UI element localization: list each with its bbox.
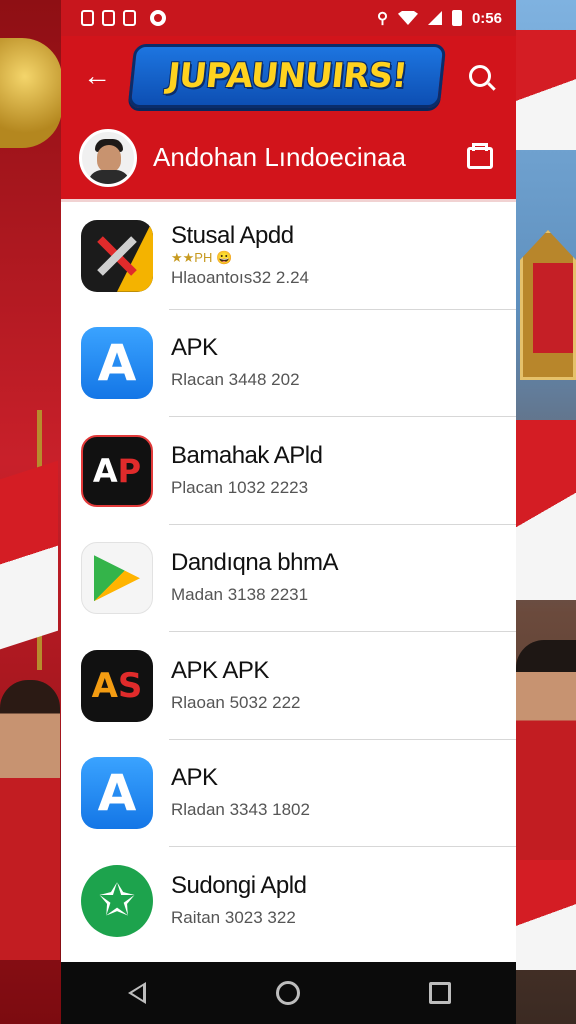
app-text: APK Rladan 3343 1802	[171, 764, 310, 822]
list-item[interactable]: ✩ Sudongi Apld Raitan 3023 322	[61, 847, 516, 955]
list-item[interactable]: AP Bamahak APld Placan 1032 2223	[61, 417, 516, 525]
list-item[interactable]: A APK Rladan 3343 1802	[61, 740, 516, 848]
app-name: APK APK	[171, 656, 269, 684]
app-name: Bamahak APld	[171, 441, 323, 469]
app-name: Stusal Apdd	[171, 221, 294, 249]
signal-icon: ⚲	[376, 10, 388, 27]
indonesian-flag-illustration	[516, 420, 576, 600]
ap-logo-glyph: AP	[92, 451, 142, 490]
tools-icon	[81, 219, 153, 292]
avatar-shirt	[88, 169, 130, 184]
app-meta: Madan 3138 2231	[171, 585, 309, 605]
status-time: 0:56	[471, 9, 502, 27]
list-item[interactable]: A APK Rlacan 3448 202	[61, 310, 516, 418]
nav-back-icon	[127, 982, 146, 1004]
status-left-icons	[81, 10, 166, 26]
cell-signal-icon	[427, 11, 442, 25]
avatar[interactable]	[79, 128, 137, 187]
as-logo-glyph: AS	[91, 665, 143, 706]
app-text: Dandıqna bhmA Madan 3138 2231	[171, 549, 338, 607]
app-meta: Rlacan 3448 202	[171, 370, 300, 390]
wifi-icon	[397, 11, 418, 25]
indonesian-flag-illustration	[516, 860, 576, 970]
profile-header: Andohan Lındoecinaa	[61, 116, 516, 202]
app-meta: Rlaoan 5032 222	[171, 692, 301, 712]
app-store-glyph: A	[97, 764, 137, 823]
phone-screen: ⚲ 0:56 ← JUPAUNUIRS! Andohan Lındoecinaa	[61, 0, 516, 1024]
emblem-illustration	[520, 230, 576, 380]
app-store-icon: A	[81, 327, 153, 400]
microphone-illustration	[0, 38, 61, 148]
app-text: Sudongi Apld Raitan 3023 322	[171, 871, 307, 930]
app-store-glyph: A	[97, 334, 137, 393]
nav-home-icon	[276, 981, 301, 1005]
list-item[interactable]: Dandıqna bhmA Madan 3138 2231	[61, 525, 516, 633]
app-meta: Placan 1032 2223	[171, 477, 309, 497]
notification-icon	[102, 10, 115, 26]
folder-icon	[467, 142, 493, 169]
app-meta: Hlaoantoıs32 2.24	[171, 267, 309, 287]
app-meta: Rladan 3343 1802	[171, 800, 310, 820]
nav-back-button[interactable]	[107, 968, 167, 1018]
list-item[interactable]: AS APK APK Rlaoan 5032 222	[61, 632, 516, 740]
indonesian-flag-illustration	[0, 460, 58, 650]
record-icon	[150, 10, 166, 26]
app-text: APK APK Rlaoan 5032 222	[171, 657, 301, 715]
profile-name: Andohan Lındoecinaa	[153, 142, 407, 172]
nav-home-button[interactable]	[258, 968, 318, 1018]
app-name: Sudongi Apld	[171, 871, 307, 899]
background-left-decoration	[0, 0, 61, 1024]
app-meta: Raitan 3023 322	[171, 907, 296, 927]
app-rating: ★★PH 😀	[171, 249, 233, 265]
app-logo: JUPAUNUIRS!	[127, 44, 447, 108]
search-button[interactable]	[462, 58, 498, 94]
search-icon	[469, 65, 491, 87]
app-text: APK Rlacan 3448 202	[171, 334, 300, 392]
ap-logo-icon: AP	[81, 434, 153, 507]
musician-illustration	[0, 680, 60, 960]
app-name: APK	[171, 764, 218, 792]
avatar-face	[97, 144, 121, 173]
status-right-icons: ⚲ 0:56	[376, 9, 502, 28]
app-name: APK	[171, 334, 218, 362]
person-illustration	[516, 640, 576, 870]
play-triangle-icon	[81, 542, 153, 615]
nav-recents-icon	[429, 982, 452, 1004]
star-glyph: ✩	[98, 876, 136, 926]
app-bar: ← JUPAUNUIRS!	[61, 36, 516, 116]
app-name: Dandıqna bhmA	[171, 549, 338, 577]
back-arrow-icon[interactable]: ←	[79, 58, 115, 94]
list-item[interactable]: Stusal Apdd ★★PH 😀 Hlaoantoıs32 2.24	[61, 202, 516, 310]
sim-icon	[123, 10, 136, 26]
indonesian-flag-illustration	[516, 30, 576, 150]
app-text: Stusal Apdd ★★PH 😀 Hlaoantoıs32 2.24	[171, 222, 309, 290]
app-text: Bamahak APld Placan 1032 2223	[171, 441, 323, 500]
folder-button[interactable]	[462, 140, 498, 176]
star-icon: ✩	[81, 864, 153, 937]
app-store-icon: A	[81, 757, 153, 830]
battery-icon	[451, 10, 462, 26]
system-nav-bar	[61, 962, 516, 1024]
app-list: Stusal Apdd ★★PH 😀 Hlaoantoıs32 2.24 A A…	[61, 202, 516, 955]
app-logo-text: JUPAUNUIRS!	[165, 56, 409, 96]
as-logo-icon: AS	[81, 649, 153, 722]
play-triangle-glyph	[94, 555, 140, 602]
status-bar: ⚲ 0:56	[61, 0, 516, 36]
notification-icon	[81, 10, 94, 26]
nav-recents-button[interactable]	[410, 968, 470, 1018]
